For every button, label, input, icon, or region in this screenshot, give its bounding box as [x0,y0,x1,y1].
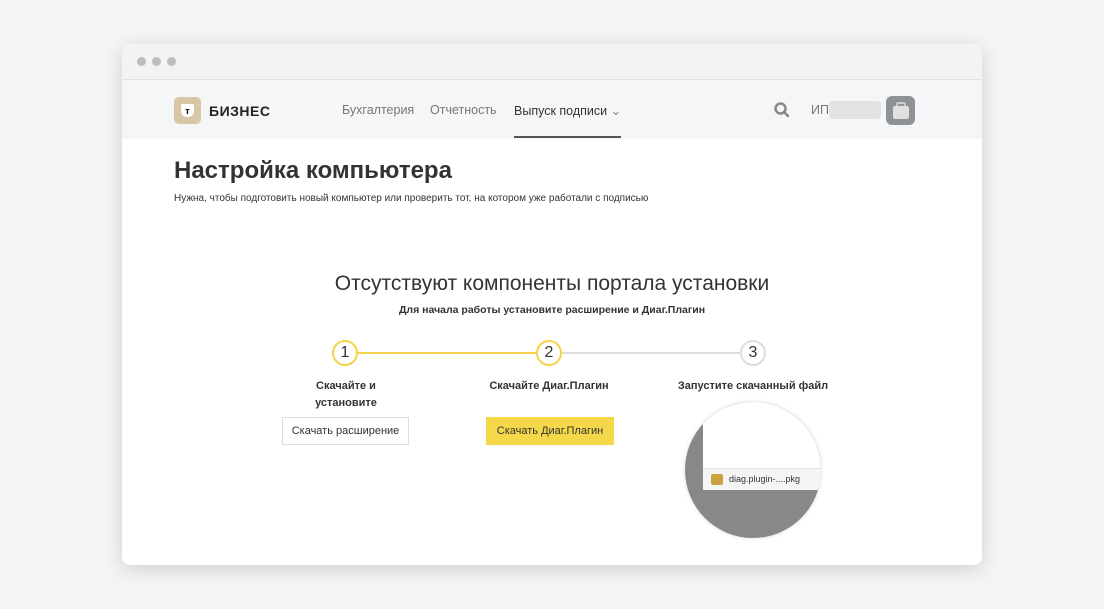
step-3-marker: 3 [740,340,766,366]
step-1-marker: 1 [332,340,358,366]
step-2-marker: 2 [536,340,562,366]
window-dot[interactable] [137,57,146,66]
search-icon[interactable] [773,101,791,119]
page-subtitle: Нужна, чтобы подготовить новый компьютер… [174,193,649,204]
logo[interactable]: т БИЗНЕС [174,97,270,124]
logo-icon: т [174,97,201,124]
downloaded-file-preview: diag.plugin-....pkg [685,402,821,538]
nav-item-label: Выпуск подписи [514,104,608,118]
top-nav: т БИЗНЕС Бухгалтерия Отчетность Выпуск по… [122,80,982,139]
step-2-label: Скачайте Диаг.Плагин [489,380,609,392]
user-name[interactable]: ИП [811,103,829,117]
nav-item-reporting[interactable]: Отчетность [430,103,497,117]
file-name[interactable]: diag.plugin-....pkg [729,474,800,484]
package-icon [711,474,723,485]
active-tab-indicator [514,136,621,138]
download-plugin-button[interactable]: Скачать Диаг.Плагин [486,417,614,445]
setup-subheading: Для начала работы установите расширение … [398,304,706,316]
download-extension-button[interactable]: Скачать расширение [282,417,409,445]
window-dot[interactable] [152,57,161,66]
browser-window: т БИЗНЕС Бухгалтерия Отчетность Выпуск по… [122,44,982,565]
chevron-down-icon: ⌄ [610,104,622,118]
nav-item-signature[interactable]: Выпуск подписи ⌄ [514,103,621,118]
page-title: Настройка компьютера [174,157,452,184]
step-3-label: Запустите скачанный файл [677,380,829,392]
user-name-blurred [829,101,881,119]
setup-heading: Отсутствуют компоненты портала установки [334,272,770,295]
nav-item-accounting[interactable]: Бухгалтерия [342,103,414,117]
title-bar [122,44,982,80]
step-connector [562,352,740,354]
brand-name: БИЗНЕС [209,102,271,119]
logo-letter: т [181,104,194,117]
briefcase-icon[interactable] [886,96,915,125]
window-dot[interactable] [167,57,176,66]
step-connector [358,352,536,354]
